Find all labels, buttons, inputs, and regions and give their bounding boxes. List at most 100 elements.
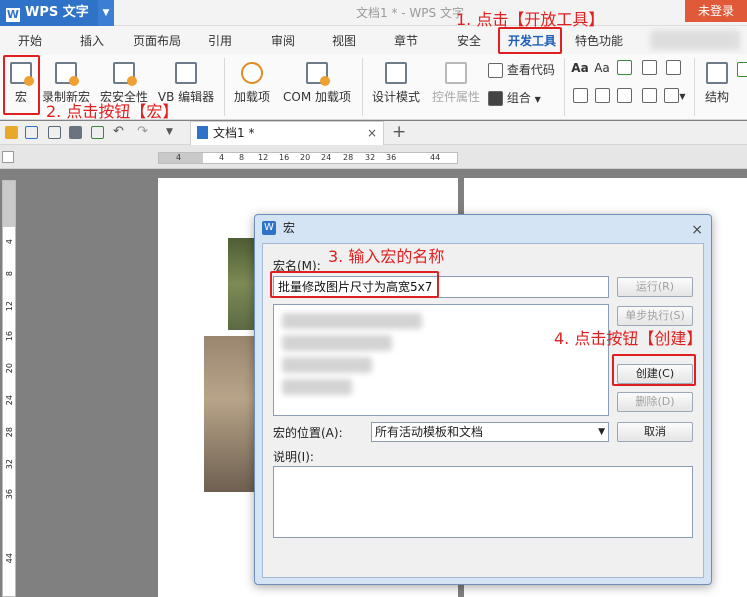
picture-icon (616, 60, 632, 75)
tab-references[interactable]: 引用 (208, 32, 232, 49)
record-macro-button[interactable]: 录制新宏 (40, 62, 92, 105)
step-into-button[interactable]: 单步执行(S) (617, 306, 693, 326)
tab-insert[interactable]: 插入 (80, 32, 104, 49)
tab-special-features[interactable]: 特色功能 (575, 32, 623, 49)
app-dropdown-arrow-icon[interactable]: ▼ (98, 0, 114, 26)
ruler-number: 44 (430, 153, 441, 162)
annotation-step4: 4. 点击按钮【创建】 (554, 329, 703, 348)
list-item[interactable] (282, 335, 392, 351)
save-icon[interactable] (25, 126, 38, 139)
table-icon (641, 60, 657, 75)
cancel-button[interactable]: 取消 (617, 422, 693, 442)
ruler-number: 32 (5, 459, 14, 470)
ruler-number: 36 (386, 153, 397, 162)
dialog-title: 宏 (283, 221, 296, 235)
list-item[interactable] (282, 357, 372, 373)
close-icon[interactable]: × (691, 217, 703, 243)
dialog-title-bar[interactable]: W 宏 × (255, 215, 711, 241)
horizontal-ruler[interactable]: 4 4 8 12 16 20 24 28 32 36 44 (158, 152, 458, 164)
ruler-number: 12 (5, 301, 14, 312)
tab-chapter[interactable]: 章节 (394, 32, 418, 49)
ruler-number: 12 (258, 153, 269, 162)
macro-list[interactable] (273, 304, 609, 416)
list-item[interactable] (282, 379, 352, 395)
design-mode-button[interactable]: 设计模式 (368, 62, 424, 105)
addins-label: 加载项 (233, 90, 270, 104)
addins-button[interactable]: 加载项 (230, 62, 274, 105)
app-menu-button[interactable]: W WPS 文字 (0, 0, 98, 26)
ruler-number: 20 (5, 363, 14, 374)
tab-page-layout[interactable]: 页面布局 (133, 32, 181, 49)
xml-icon (737, 62, 747, 77)
tab-stop-selector[interactable] (2, 151, 14, 163)
print-preview-icon[interactable] (91, 126, 104, 139)
structure-button[interactable]: 结构 (700, 62, 734, 105)
description-textarea[interactable] (273, 466, 693, 538)
ruler-number: 16 (5, 331, 14, 342)
ribbon-divider (224, 58, 225, 116)
legacy-tools-button[interactable]: ▼ (662, 88, 688, 103)
export-pdf-icon[interactable] (48, 126, 61, 139)
login-button[interactable]: 未登录 (685, 0, 747, 22)
wps-logo-icon: W (262, 221, 276, 235)
design-mode-icon (385, 62, 407, 84)
ruler-bar: 4 4 8 12 16 20 24 28 32 36 44 (0, 145, 747, 169)
tab-security[interactable]: 安全 (457, 32, 481, 49)
legacy-tools-icon (664, 88, 680, 103)
ruler-margin (3, 181, 15, 227)
print-icon[interactable] (69, 126, 82, 139)
view-code-button[interactable]: 查看代码 (488, 61, 560, 78)
redo-icon[interactable]: ↷ (137, 124, 150, 139)
control-properties-button[interactable]: 控件属性 (428, 62, 484, 105)
building-block-control-button[interactable] (640, 88, 658, 103)
content-control-rich-text[interactable]: Aa (571, 61, 589, 75)
run-button[interactable]: 运行(R) (617, 277, 693, 297)
calendar-icon (616, 88, 632, 103)
ruler-number: 4 (176, 153, 182, 162)
vb-editor-button[interactable]: VB 编辑器 (155, 62, 217, 105)
delete-button[interactable]: 删除(D) (617, 392, 693, 412)
ruler-number: 20 (300, 153, 311, 162)
com-addins-button[interactable]: COM 加载项 (278, 62, 356, 105)
table-control-button[interactable] (640, 60, 658, 75)
picture-control-button[interactable] (615, 60, 633, 75)
xml-mapping-button[interactable] (737, 62, 747, 77)
vb-editor-icon (175, 62, 197, 84)
open-folder-icon[interactable] (5, 126, 18, 139)
ruler-number: 8 (239, 153, 245, 162)
tab-review[interactable]: 审阅 (271, 32, 295, 49)
dropdown-control-button[interactable] (593, 88, 611, 103)
content-control-plain-text[interactable]: Aa (593, 61, 611, 75)
document-photo[interactable] (204, 336, 260, 492)
building-block-icon (641, 88, 657, 103)
customize-toolbar-icon[interactable]: ▼ (166, 127, 179, 140)
tab-home[interactable]: 开始 (18, 32, 42, 49)
annotation-highlight-create-button (612, 354, 696, 386)
macro-location-select[interactable]: 所有活动模板和文档 ▼ (371, 422, 609, 442)
group-button[interactable]: 组合 ▼ (488, 89, 548, 106)
annotation-step3: 3. 输入宏的名称 (328, 247, 445, 266)
vertical-ruler[interactable]: 4 8 12 16 20 24 28 32 36 44 (2, 180, 16, 597)
checkbox-control-button[interactable] (664, 60, 682, 75)
ruler-number: 24 (321, 153, 332, 162)
close-tab-icon[interactable]: × (367, 122, 377, 144)
list-item[interactable] (282, 313, 422, 329)
tab-view[interactable]: 视图 (332, 32, 356, 49)
ruler-number: 28 (343, 153, 354, 162)
undo-icon[interactable]: ↶ (113, 124, 126, 139)
blurred-area (650, 30, 740, 50)
quick-access-toolbar: ↶ ↷ ▼ 文档1 * × + (0, 121, 747, 145)
dropdown-arrow-icon: ▼ (679, 92, 686, 101)
date-control-button[interactable] (615, 88, 633, 103)
macro-security-button[interactable]: 宏安全性 (98, 62, 150, 105)
document-tab-label: 文档1 * (213, 126, 255, 140)
control-properties-icon (445, 62, 467, 84)
new-tab-icon[interactable]: + (392, 122, 406, 142)
annotation-highlight-macro-button (3, 55, 40, 115)
ruler-number: 4 (5, 239, 14, 245)
dropdown-arrow-icon: ▼ (598, 427, 605, 437)
combo-box-control-button[interactable] (571, 88, 589, 103)
document-tab[interactable]: 文档1 * × (190, 121, 384, 145)
macro-location-value: 所有活动模板和文档 (375, 425, 484, 439)
macro-location-label: 宏的位置(A): (273, 426, 343, 440)
